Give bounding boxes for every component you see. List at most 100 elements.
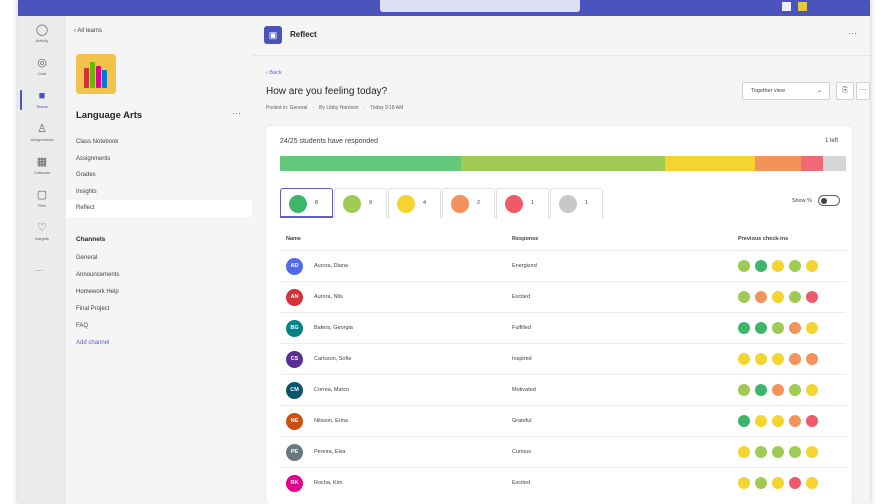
emoji-filter-tabs: 8 9 4 2 1 1 <box>280 188 604 218</box>
sidebar-item-assignments[interactable]: Assignments <box>66 151 252 168</box>
files-icon: ▢ <box>36 189 48 201</box>
table-row[interactable]: PE Pereira, Elsa Curious <box>280 436 846 467</box>
search-bar[interactable] <box>380 0 580 12</box>
bar-down <box>755 156 801 171</box>
col-previous[interactable]: Previous check-ins <box>738 236 788 242</box>
checkin-face-icon <box>806 260 818 272</box>
table-row[interactable]: RK Rocha, Kim Excited <box>280 467 846 498</box>
avatar: RK <box>286 475 303 492</box>
checkin-face-icon <box>772 477 784 489</box>
emoji-tab[interactable]: 2 <box>442 188 495 218</box>
checkin-face-icon <box>755 415 767 427</box>
channels-header: Channels <box>76 236 106 243</box>
more-options-icon[interactable]: ⋯ <box>856 82 870 100</box>
post-meta: Posted in: General · By Libby Harrison · Tod… <box>266 105 404 111</box>
emoji-tab[interactable]: 4 <box>388 188 441 218</box>
back-link[interactable]: ‹ Back <box>266 70 282 76</box>
checkin-face-icon <box>789 291 801 303</box>
channel-homework-help[interactable]: Homework Help <box>66 284 252 301</box>
previous-checkins <box>738 446 823 458</box>
sidebar-item-reflect[interactable]: Reflect <box>66 200 252 217</box>
previous-checkins <box>738 291 823 303</box>
table-body: AD Aurora, Diana Energized AN Aurora, Nils Ex… <box>280 250 846 498</box>
emoji-tab[interactable]: 1 <box>550 188 603 218</box>
checkin-face-icon <box>806 322 818 334</box>
share-icon[interactable]: ⎘ <box>836 82 854 100</box>
student-name: Aurora, Nils <box>314 294 343 300</box>
checkin-face-icon <box>806 353 818 365</box>
emoji-tab[interactable]: 9 <box>334 188 387 218</box>
table-row[interactable]: CM Correa, Marco Motivated <box>280 374 846 405</box>
rail-item-chat[interactable]: ◎ Chat <box>18 53 66 85</box>
checkin-face-icon <box>772 446 784 458</box>
rail-item-teams[interactable]: ■ Teams <box>18 86 66 118</box>
team-more-icon[interactable]: ··· <box>232 108 241 118</box>
checkin-face-icon <box>789 446 801 458</box>
rail-item-activity[interactable]: ◯ Activity <box>18 20 66 52</box>
question-title: How are you feeling today? <box>266 86 388 97</box>
table-header: Name Response Previous check-ins <box>286 236 842 248</box>
all-teams-link[interactable]: ‹ All teams <box>74 28 102 34</box>
channel-faq[interactable]: FAQ <box>66 318 252 335</box>
bar-energized <box>280 156 462 171</box>
add-channel-link[interactable]: Add channel <box>66 335 252 352</box>
view-dropdown-label: Together view <box>751 88 785 94</box>
sidebar-item-insights[interactable]: Insights <box>66 184 252 201</box>
student-name: Aurora, Diana <box>314 263 348 269</box>
sidebar-item-class-notebook[interactable]: Class Notebook <box>66 134 252 151</box>
channel-final-project[interactable]: Final Project <box>66 301 252 318</box>
emoji-tab[interactable]: 8 <box>280 188 333 218</box>
table-row[interactable]: AN Aurora, Nils Excited <box>280 281 846 312</box>
previous-checkins <box>738 415 823 427</box>
checkin-face-icon <box>738 353 750 365</box>
checkin-face-icon <box>755 477 767 489</box>
table-row[interactable]: AD Aurora, Diana Energized <box>280 250 846 281</box>
checkin-face-icon <box>755 353 767 365</box>
table-row[interactable]: CS Carlsson, Sofie Inspired <box>280 343 846 374</box>
checkin-face-icon <box>738 415 750 427</box>
profile-icon[interactable] <box>782 2 791 11</box>
col-name[interactable]: Name <box>286 236 301 242</box>
sidebar-item-grades[interactable]: Grades <box>66 167 252 184</box>
student-response: Inspired <box>512 356 532 362</box>
previous-checkins <box>738 384 823 396</box>
bar-bad <box>800 156 824 171</box>
rail-item-files[interactable]: ▢ Files <box>18 185 66 217</box>
avatar: BG <box>286 320 303 337</box>
show-percent-toggle[interactable] <box>818 195 840 206</box>
checkin-face-icon <box>738 260 750 272</box>
chevron-down-icon: ⌄ <box>816 88 822 94</box>
rail-label: Activity <box>35 38 49 43</box>
rail-label: Insights <box>35 236 49 241</box>
title-bar <box>18 0 870 16</box>
emoji-count: 9 <box>369 200 373 206</box>
more-apps-icon[interactable]: ··· <box>35 266 43 275</box>
teams-window: ◯ Activity ◎ Chat ■ Teams ♙ Assignments ▦ Calenda… <box>18 0 870 504</box>
energized-face-icon <box>289 195 307 213</box>
checkin-face-icon <box>772 353 784 365</box>
checkin-face-icon <box>755 384 767 396</box>
col-response[interactable]: Response <box>512 236 538 242</box>
emoji-tab[interactable]: 1 <box>496 188 549 218</box>
student-name: Pereira, Elsa <box>314 449 346 455</box>
checkin-face-icon <box>789 415 801 427</box>
checkin-face-icon <box>755 322 767 334</box>
app-more-icon[interactable]: ··· <box>848 28 857 38</box>
rail-item-insights[interactable]: ♡ Insights <box>18 218 66 250</box>
channel-list: General Announcements Homework Help Fina… <box>66 250 252 352</box>
checkin-face-icon <box>789 322 801 334</box>
avatar: CS <box>286 351 303 368</box>
channel-general[interactable]: General <box>66 250 252 267</box>
table-row[interactable]: NE Nilsson, Erina Grateful <box>280 405 846 436</box>
view-dropdown[interactable]: Together view ⌄ <box>742 82 830 100</box>
checkin-face-icon <box>806 446 818 458</box>
rail-item-assignments[interactable]: ♙ Assignments <box>18 119 66 151</box>
channel-announcements[interactable]: Announcements <box>66 267 252 284</box>
student-response: Motivated <box>512 387 536 393</box>
rail-item-calendar[interactable]: ▦ Calendar <box>18 152 66 184</box>
good-face-icon <box>343 195 361 213</box>
team-logo <box>76 54 116 94</box>
rail-label: Teams <box>36 104 48 109</box>
previous-checkins <box>738 322 823 334</box>
table-row[interactable]: BG Bafera, Georgia Fulfilled <box>280 312 846 343</box>
